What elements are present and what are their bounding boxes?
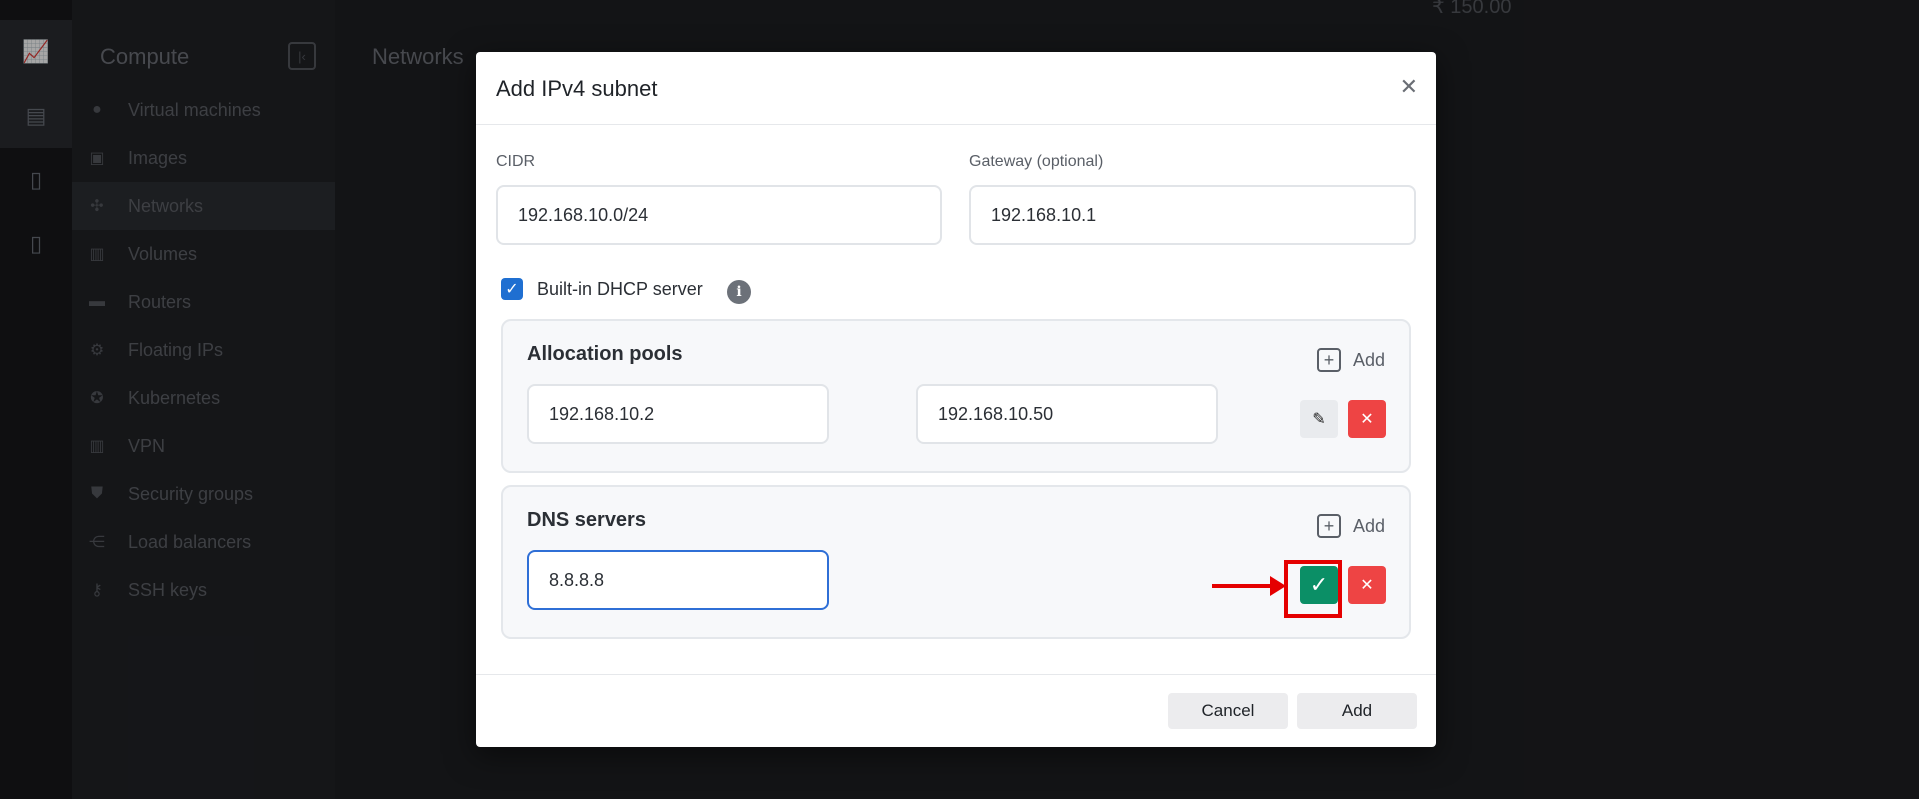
dhcp-label[interactable]: Built-in DHCP server — [537, 279, 703, 300]
info-icon[interactable]: i — [727, 280, 751, 304]
dns-servers-panel: DNS servers + Add 8.8.8.8 ✓ ✕ — [501, 485, 1411, 639]
close-icon[interactable]: ✕ — [1400, 74, 1418, 100]
submit-add-button[interactable]: Add — [1297, 693, 1417, 729]
add-label: Add — [1352, 349, 1385, 370]
dhcp-checkbox[interactable]: ✓ — [501, 278, 523, 300]
plus-icon: + — [1316, 514, 1341, 538]
annotation-arrow-line — [1212, 584, 1272, 588]
cancel-button[interactable]: Cancel — [1168, 693, 1288, 729]
check-icon: ✓ — [505, 281, 519, 298]
delete-dns-button[interactable]: ✕ — [1348, 566, 1386, 604]
add-dns-server-button[interactable]: + Add — [1316, 514, 1385, 538]
cidr-input[interactable]: 192.168.10.0/24 — [496, 185, 942, 245]
edit-pool-button[interactable]: ✎ — [1300, 400, 1338, 438]
add-allocation-pool-button[interactable]: + Add — [1316, 348, 1385, 372]
gateway-input[interactable]: 192.168.10.1 — [969, 185, 1416, 245]
dns-servers-title: DNS servers — [527, 509, 646, 531]
close-icon: ✕ — [1360, 577, 1374, 594]
modal-title: Add IPv4 subnet — [496, 76, 658, 101]
allocation-pools-panel: Allocation pools + Add 192.168.10.2 192.… — [501, 319, 1411, 473]
dns-server-input[interactable]: 8.8.8.8 — [527, 550, 829, 610]
pencil-icon: ✎ — [1312, 411, 1326, 428]
arrow-right-icon — [1270, 576, 1286, 596]
add-ipv4-subnet-dialog: Add IPv4 subnet ✕ CIDR 192.168.10.0/24 G… — [476, 52, 1436, 747]
allocation-pools-title: Allocation pools — [527, 343, 683, 365]
cidr-label: CIDR — [496, 153, 536, 170]
gateway-label: Gateway (optional) — [969, 153, 1104, 170]
pool-end-input[interactable]: 192.168.10.50 — [916, 384, 1218, 444]
annotation-highlight-box — [1284, 560, 1342, 618]
delete-pool-button[interactable]: ✕ — [1348, 400, 1386, 438]
pool-start-input[interactable]: 192.168.10.2 — [527, 384, 829, 444]
add-label: Add — [1352, 515, 1385, 536]
plus-icon: + — [1316, 348, 1341, 372]
close-icon: ✕ — [1360, 411, 1374, 428]
modal-header: Add IPv4 subnet ✕ — [476, 52, 1436, 125]
modal-footer: Cancel Add — [476, 674, 1436, 747]
